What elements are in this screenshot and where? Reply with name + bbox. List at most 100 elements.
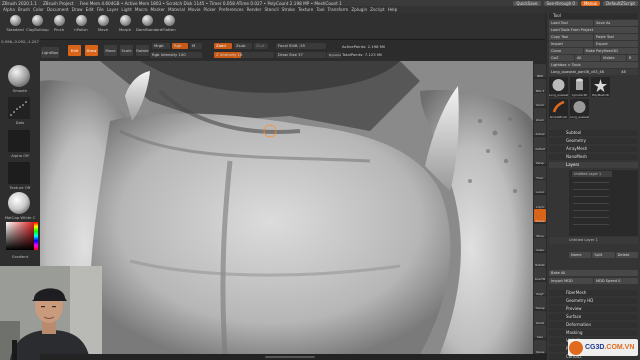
menu-material[interactable]: Material [168, 7, 185, 12]
layer-delete-button[interactable]: Delete [615, 252, 638, 258]
surface-section[interactable]: Surface [549, 314, 638, 320]
masking-section[interactable]: Masking [549, 330, 638, 336]
matcap-white-icon[interactable] [8, 192, 30, 214]
lightbox-tools-button[interactable]: Lightbox > Tools [549, 62, 638, 68]
layers-section[interactable]: Layers [549, 162, 638, 168]
rgb-intensity-slider[interactable]: Rgb Intensity 100 [150, 52, 202, 58]
menu-marker[interactable]: Marker [151, 7, 165, 12]
nanomesh-section[interactable]: NanoMesh [549, 154, 638, 160]
goz-r-button[interactable]: R [626, 55, 638, 61]
import-button[interactable]: Import [549, 41, 593, 47]
rgb-toggle[interactable]: Rgb [172, 43, 188, 49]
menu-preferences[interactable]: Preferences [219, 7, 244, 12]
right-shelf-scale-button[interactable]: Scale [534, 238, 546, 252]
dots-stroke-icon[interactable] [8, 97, 30, 119]
menu-color[interactable]: Color [33, 7, 44, 12]
mrgb-toggle[interactable]: Mrgb [152, 43, 170, 49]
menu-picker[interactable]: Picker [203, 7, 215, 12]
tool-thumbnail-polymesh[interactable]: PolyMesh3D [591, 77, 610, 97]
dynamic-toggle[interactable]: Dynamic [327, 52, 341, 58]
edit-mode-button[interactable]: Edit [68, 45, 81, 56]
menu-document[interactable]: Document [47, 7, 69, 12]
clone-button[interactable]: Clone [549, 48, 583, 54]
goz-all-button[interactable]: All [574, 55, 600, 61]
zcut-toggle[interactable]: Zcut [254, 43, 268, 49]
menu-help[interactable]: Help [388, 7, 398, 12]
right-shelf-aahalf-button[interactable]: AAHalf [534, 136, 546, 151]
right-shelf-l-sym-button[interactable]: L.Sym [534, 194, 546, 209]
layer-name-field[interactable]: Untitled Layer 1 [549, 237, 638, 244]
color-picker[interactable] [6, 222, 34, 250]
menu-movie[interactable]: Movie [188, 7, 200, 12]
brush-flatten[interactable]: Flatten [158, 15, 180, 32]
layer-row-active[interactable]: Untitled Layer 1 [572, 171, 612, 177]
export-button[interactable]: Export [594, 41, 638, 47]
brush-standard[interactable]: Standard [4, 15, 26, 32]
brush-move[interactable]: Move [92, 15, 114, 32]
menu-render[interactable]: Render [247, 7, 262, 12]
right-shelf-bpr-button[interactable]: BPR [534, 64, 546, 78]
menu-stencil[interactable]: Stencil [264, 7, 278, 12]
goz-visible-button[interactable]: Visible [600, 55, 626, 61]
right-shelf-line-fill-button[interactable]: Line Fill [534, 267, 546, 281]
brush-hpolish[interactable]: hPolish [70, 15, 92, 32]
hue-strip[interactable] [34, 222, 38, 250]
right-shelf-xpose-button[interactable]: Xpose [534, 339, 546, 354]
menu-light[interactable]: Light [121, 7, 131, 12]
m-toggle[interactable]: M [190, 43, 202, 49]
menu-alpha[interactable]: Alpha [3, 7, 15, 12]
menu-edit[interactable]: Edit [86, 7, 94, 12]
right-shelf-ghost-button[interactable]: Ghost [534, 310, 546, 325]
goz-button[interactable]: GoZ [549, 55, 574, 61]
preview-section[interactable]: Preview [549, 306, 638, 312]
right-shelf-solo-button[interactable]: Solo [534, 325, 546, 339]
brush-pinch[interactable]: Pinch [48, 15, 70, 32]
right-shelf-spix-3-button[interactable]: SPix 3 [534, 78, 546, 93]
brush-damstandard[interactable]: DamStandard [136, 15, 162, 32]
import-mdd-button[interactable]: Import MDD [549, 278, 593, 284]
save-as-button[interactable]: Save As [594, 20, 638, 26]
smooth-brush-icon[interactable] [8, 65, 30, 87]
right-shelf-rotate-button[interactable]: Rotate [534, 252, 546, 267]
geometry-hd-section[interactable]: Geometry HD [549, 298, 638, 304]
right-shelf-floor-button[interactable]: Floor [534, 165, 546, 180]
draw-size-slider[interactable]: Draw Size 37 [276, 52, 326, 58]
menu-transform[interactable]: Transform [327, 7, 348, 12]
scale-mode-button[interactable]: Scale [120, 45, 133, 56]
mdd-speed-slider[interactable]: MDD Speed 0 [594, 278, 638, 284]
right-shelf-polyf-button[interactable]: PolyF [534, 281, 546, 296]
geometry-section[interactable]: Geometry [549, 138, 638, 144]
right-shelf-actual-button[interactable]: Actual [534, 122, 546, 136]
zadd-toggle[interactable]: Zadd [214, 43, 232, 49]
right-shelf-frame-button[interactable]: Frame [534, 209, 546, 223]
deformation-section[interactable]: Deformation [549, 322, 638, 328]
right-shelf-local-button[interactable]: Local [534, 180, 546, 194]
tool-thumbnail-creature[interactable]: Long_quaseat_pa [549, 77, 568, 97]
fibermesh-section[interactable]: FiberMesh [549, 290, 638, 296]
brush-claybuildup[interactable]: ClayBuildup [26, 15, 49, 32]
tool-thumbnail-simplebrush[interactable]: SimpleBrush [549, 99, 568, 119]
brush-morph[interactable]: Morph [114, 15, 136, 32]
rotate-mode-button[interactable]: Rotate [136, 45, 149, 56]
bottom-scroll-handle[interactable] [265, 356, 315, 358]
right-shelf-scroll-button[interactable]: Scroll [534, 93, 546, 107]
alpha-off-icon[interactable] [8, 130, 30, 152]
load-tools-from-project-button[interactable]: Load Tools From Project [549, 27, 638, 33]
draw-mode-button[interactable]: Draw [85, 45, 98, 56]
tool-thumbnail-cylinder[interactable]: Cylinder3D [570, 77, 589, 97]
right-shelf-transp-button[interactable]: Transp [534, 296, 546, 310]
lightbox-button[interactable]: LightBox [41, 47, 59, 58]
tool-thumbnail-creature-2[interactable]: Long_quaseat_pa [570, 99, 589, 119]
menu-layer[interactable]: Layer [107, 7, 119, 12]
right-shelf-move-button[interactable]: Move [534, 223, 546, 238]
menu-zscript[interactable]: Zscript [370, 7, 385, 12]
right-shelf-persp-button[interactable]: Persp [534, 151, 546, 165]
sculpt-viewport[interactable] [40, 61, 533, 354]
focal-shift-slider[interactable]: Focal Shift -55 [276, 43, 326, 49]
arraymesh-section[interactable]: ArrayMesh [549, 146, 638, 152]
layer-split-button[interactable]: Split [592, 252, 615, 258]
paste-tool-button[interactable]: Paste Tool [594, 34, 638, 40]
load-tool-button[interactable]: Load Tool [549, 20, 593, 26]
texture-off-icon[interactable] [8, 162, 30, 184]
menu-stroke[interactable]: Stroke [282, 7, 295, 12]
